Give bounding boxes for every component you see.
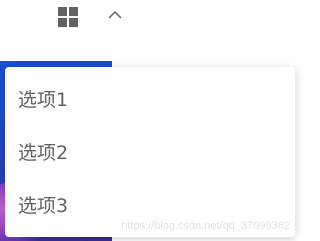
dropdown-item-2[interactable]: 选项2	[5, 127, 295, 180]
apps-grid-icon[interactable]	[57, 6, 79, 28]
toolbar	[0, 0, 300, 34]
dropdown-menu: 选项1 选项2 选项3	[5, 67, 295, 237]
dropdown-item-1[interactable]: 选项1	[5, 74, 295, 127]
watermark: https://blog.csdn.net/qq_37099362	[121, 220, 290, 232]
chevron-up-icon[interactable]	[104, 6, 126, 26]
